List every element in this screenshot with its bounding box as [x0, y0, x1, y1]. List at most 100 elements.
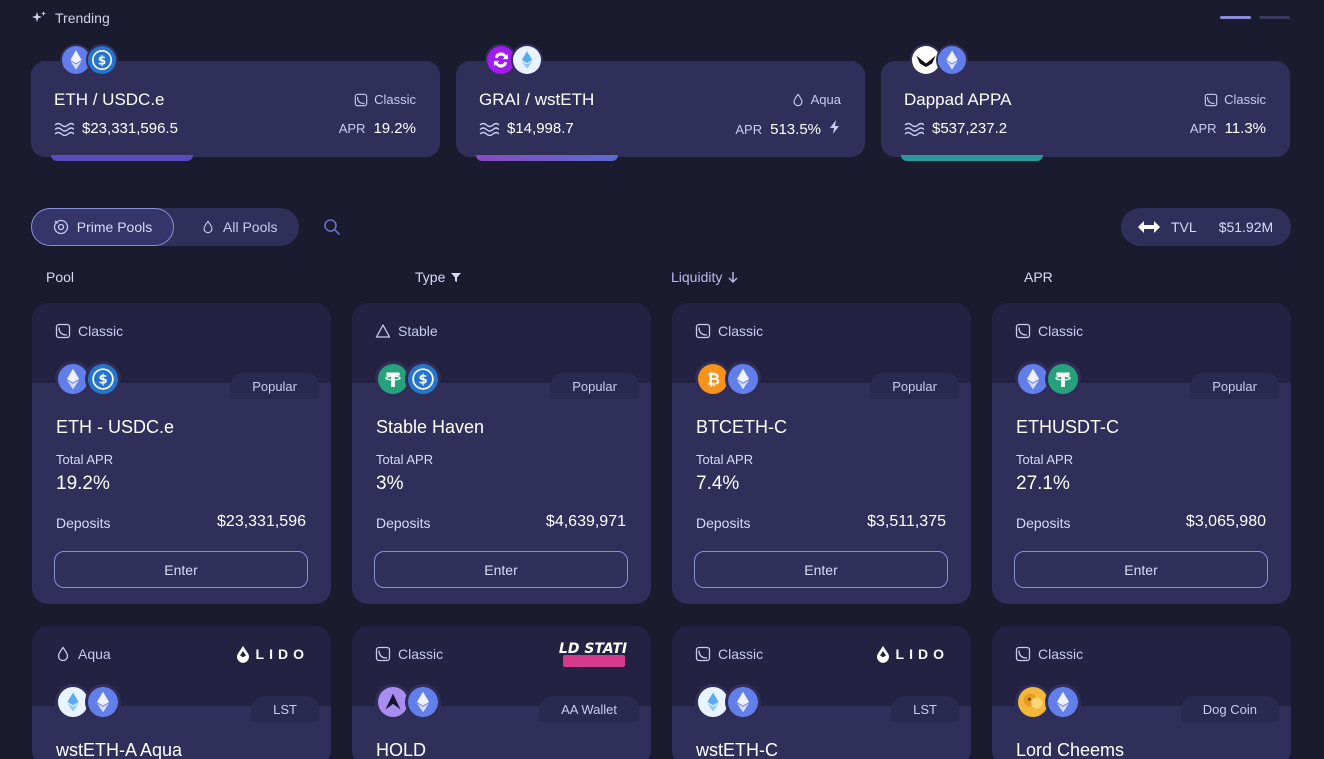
waves-icon: [54, 122, 74, 136]
eth-icon: [728, 364, 758, 394]
deposits-label: Deposits: [1016, 515, 1071, 531]
prime-pools-button[interactable]: Prime Pools: [31, 208, 174, 246]
pool-card[interactable]: Classic HOLD STATION AA Wallet HOLD: [352, 626, 651, 759]
pool-card[interactable]: Stable Popular Stable Haven Total APR 3%…: [352, 303, 651, 604]
pool-card[interactable]: Classic Popular ETH - USDC.e Total APR 1…: [32, 303, 331, 604]
trending-header: Trending: [31, 10, 110, 26]
deposits-label: Deposits: [376, 515, 431, 531]
trending-card-eth-usdc[interactable]: ETH / USDC.e Classic $23,331,596.5 APR 19…: [31, 44, 440, 161]
pool-card[interactable]: Classic Popular BTCETH-C Total APR 7.4% …: [672, 303, 971, 604]
lido-drop-icon: [236, 646, 249, 663]
pool-name: Stable Haven: [376, 417, 485, 437]
trending-card-dappad-appa[interactable]: Dappad APPA Classic $537,237.2 APR 11.3%: [881, 44, 1290, 161]
trending-label: Trending: [55, 10, 110, 26]
enter-button[interactable]: Enter: [1014, 551, 1268, 588]
total-apr-label: Total APR: [1016, 452, 1074, 467]
pool-filter-toggle: Prime Pools All Pools: [31, 208, 299, 246]
pool-apr: APR 11.3%: [1189, 120, 1266, 137]
classic-icon: [354, 93, 368, 107]
drop-icon: [201, 219, 215, 235]
pool-card[interactable]: Classic Popular ETHUSDT-C Total APR 27.1…: [992, 303, 1291, 604]
pager-dot-active[interactable]: [1220, 16, 1251, 19]
classic-icon: [1015, 646, 1031, 662]
total-apr-value: 27.1%: [1016, 473, 1070, 494]
pool-type: Classic: [375, 646, 443, 662]
pool-tag: Dog Coin: [1180, 696, 1279, 722]
pool-tvl: $23,331,596.5: [54, 120, 178, 137]
swap-arrows-icon: [1138, 221, 1160, 233]
pool-card[interactable]: Classic Dog Coin Lord Cheems: [992, 626, 1291, 759]
wsteth-icon: [58, 687, 88, 717]
pool-tvl: $537,237.2: [904, 120, 1007, 137]
pool-type: Classic: [354, 92, 416, 107]
trending-card-grai-wsteth[interactable]: GRAI / wstETH Aqua $14,998.7 APR 513.5%: [456, 44, 865, 161]
cheems-icon: [1018, 687, 1048, 717]
pool-name: Lord Cheems: [1016, 740, 1125, 759]
eth-icon: [938, 46, 966, 74]
eth-icon: [58, 364, 88, 394]
pool-tag: AA Wallet: [539, 696, 639, 722]
pool-apr: APR 19.2%: [338, 120, 416, 137]
eth-icon: [1048, 687, 1078, 717]
pool-type: Classic: [1015, 646, 1083, 662]
trending-pool-name: ETH / USDC.e: [54, 90, 165, 109]
pool-name: wstETH-C: [696, 740, 778, 759]
pool-type: Classic: [695, 646, 763, 662]
total-tvl-badge: TVL $51.92M: [1121, 208, 1291, 246]
pool-type: Aqua: [55, 646, 111, 662]
deposits-label: Deposits: [56, 515, 111, 531]
lido-logo: LIDO: [236, 645, 309, 663]
pool-type: Classic: [1015, 323, 1083, 339]
classic-icon: [375, 646, 391, 662]
total-apr-value: 7.4%: [696, 473, 740, 494]
aqua-icon: [55, 646, 71, 662]
deposits-value: $3,511,375: [867, 513, 946, 530]
usdt-icon: [378, 364, 408, 394]
btc-icon: [698, 364, 728, 394]
enter-button[interactable]: Enter: [374, 551, 628, 588]
pool-name: wstETH-A Aqua: [56, 740, 183, 759]
deposits-value: $23,331,596: [217, 513, 306, 530]
hold-icon: [378, 687, 408, 717]
sort-down-icon: [728, 271, 738, 283]
usdc-icon: [408, 364, 438, 394]
pool-card[interactable]: Classic LIDO LST wstETH-C: [672, 626, 971, 759]
total-apr-label: Total APR: [376, 452, 434, 467]
lightning-icon: [830, 120, 839, 134]
total-apr-label: Total APR: [56, 452, 114, 467]
enter-button[interactable]: Enter: [694, 551, 948, 588]
pool-type: Classic: [695, 323, 763, 339]
lido-logo: LIDO: [876, 645, 949, 663]
total-apr-value: 19.2%: [56, 473, 110, 494]
aqua-icon: [791, 93, 805, 107]
pool-name: BTCETH-C: [696, 417, 787, 437]
usdc-icon: [88, 364, 118, 394]
deposits-label: Deposits: [696, 515, 751, 531]
enter-button[interactable]: Enter: [54, 551, 308, 588]
trending-pool-name: Dappad APPA: [904, 90, 1012, 109]
stable-icon: [375, 323, 391, 339]
column-type[interactable]: Type: [415, 269, 462, 285]
pool-tvl: $14,998.7: [479, 120, 574, 137]
pool-name: ETH - USDC.e: [56, 417, 175, 437]
pool-card[interactable]: Aqua LIDO LST wstETH-A Aqua: [32, 626, 331, 759]
column-pool: Pool: [46, 269, 75, 285]
carousel-pager[interactable]: [1220, 16, 1290, 19]
trending-pool-name: GRAI / wstETH: [479, 90, 595, 109]
waves-icon: [479, 122, 499, 136]
pager-dot[interactable]: [1259, 16, 1290, 19]
filter-icon: [451, 273, 462, 282]
tvl-label: TVL: [1171, 219, 1197, 235]
pool-apr: APR 513.5%: [735, 120, 841, 138]
classic-icon: [1015, 323, 1031, 339]
all-pools-button[interactable]: All Pools: [201, 208, 277, 246]
usdc-icon: [88, 46, 116, 74]
deposits-value: $4,639,971: [545, 513, 626, 530]
search-icon[interactable]: [322, 217, 342, 237]
wsteth-icon: [698, 687, 728, 717]
total-apr-value: 3%: [376, 473, 404, 494]
pool-type: Aqua: [791, 92, 841, 107]
pool-tag: LST: [251, 696, 319, 722]
column-liquidity[interactable]: Liquidity: [671, 269, 738, 285]
svg-text:HOLD STATION: HOLD STATION: [559, 641, 627, 657]
